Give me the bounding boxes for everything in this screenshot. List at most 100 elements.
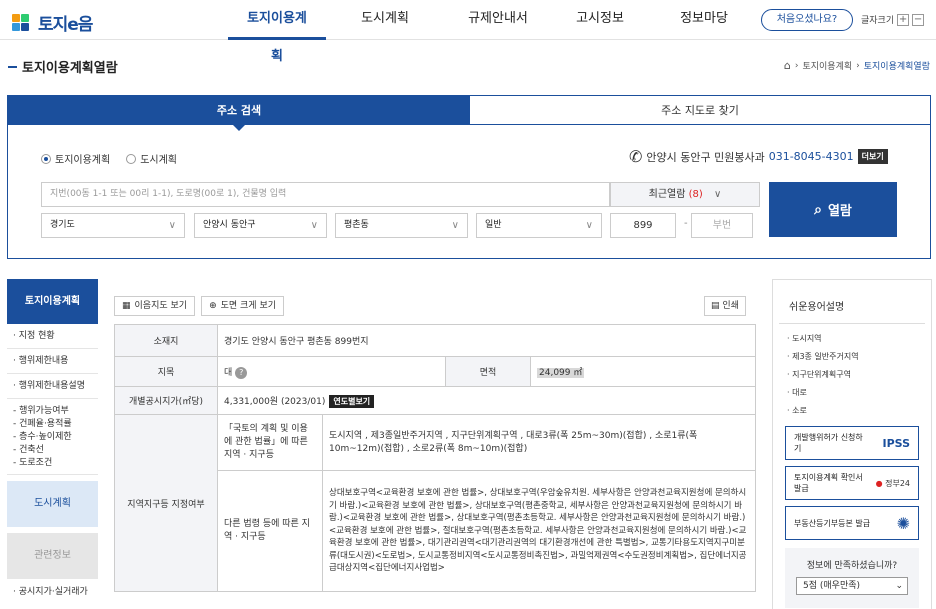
zoom-map-label: 도면 크게 보기	[220, 301, 277, 311]
certificate-issue-label: 토지이용계획 확인서 발급	[794, 473, 863, 493]
radio-city-plan[interactable]: 도시계획	[126, 151, 177, 166]
contact-office: 안양시 동안구 민원봉사과	[646, 150, 765, 164]
recent-count: (8)	[688, 189, 703, 200]
satisfaction-select[interactable]: 5점 (매우만족) ⌄	[796, 577, 908, 595]
nav-related-block[interactable]: 관련정보	[7, 533, 98, 579]
recent-label: 최근열람	[648, 189, 686, 200]
price-value: 4,331,000원 (2023/01)	[224, 397, 326, 407]
tab-active-arrow	[233, 125, 245, 131]
map-icon: ▦	[122, 301, 131, 311]
search-icon: ⌕	[814, 201, 822, 218]
nav-sub-item[interactable]: - 행위가능여부	[13, 405, 98, 418]
chevron-down-icon: ∨	[714, 189, 722, 200]
table-row: 지역지구등 지정여부 「국토의 계획 및 이용에 관한 법률」에 따른 지역 ·…	[114, 414, 756, 592]
area-value: 24,099 ㎡	[537, 368, 585, 378]
nav-notice[interactable]: 고시정보	[552, 0, 648, 40]
table-row: 개별공시지가(㎡당) 4,331,000원 (2023/01) 연도별보기	[114, 386, 756, 415]
nav-item-status[interactable]: · 지정 현황	[7, 324, 98, 349]
number-separator: -	[684, 218, 688, 229]
tab-map-search[interactable]: 주소 지도로 찾기	[470, 96, 930, 125]
satisfaction-question: 정보에 만족하셨습니까?	[806, 561, 898, 571]
nav-item-restriction[interactable]: · 행위제한내용	[7, 349, 98, 374]
gov24-icon: ●	[875, 478, 883, 488]
nav-info[interactable]: 정보마당	[648, 0, 760, 40]
help-icon[interactable]: ?	[235, 366, 248, 379]
registry-issue-label: 부동산등기부등본 발급	[794, 518, 871, 528]
chevron-right-icon: ›	[856, 60, 860, 71]
main-number-input[interactable]: 899	[610, 213, 676, 238]
main-nav: 토지이용계획 도시계획 규제안내서 고시정보 정보마당	[228, 0, 760, 64]
sub-number-input[interactable]: 부번	[691, 213, 753, 238]
price-label: 개별공시지가(㎡당)	[114, 386, 218, 415]
court-seal-icon: ✺	[896, 513, 910, 533]
glossary-item[interactable]: · 소로	[787, 402, 931, 420]
left-nav-title[interactable]: 토지이용계획	[7, 279, 98, 324]
zoom-icon: ⊕	[209, 301, 217, 311]
glossary-item[interactable]: · 제3종 일반주거지역	[787, 348, 931, 366]
nav-sub-item[interactable]: - 건축선	[13, 444, 98, 457]
nav-regulation[interactable]: 규제안내서	[444, 0, 552, 40]
font-size-label: 글자크기	[861, 16, 895, 26]
chevron-down-icon: ∨	[451, 220, 459, 231]
jimok-cell: 대?	[217, 356, 446, 387]
map-view-button[interactable]: ▦ 이음지도 보기	[114, 296, 196, 316]
chevron-down-icon: ⌄	[895, 581, 903, 591]
zoom-map-button[interactable]: ⊕ 도면 크게 보기	[201, 296, 285, 316]
map-view-label: 이음지도 보기	[134, 301, 188, 311]
zone-label: 지역지구등 지정여부	[114, 414, 218, 592]
law1-label: 「국토의 계획 및 이용에 관한 법률」에 따른 지역 · 지구등	[217, 414, 323, 471]
right-panel: 쉬운용어설명 · 도시지역 · 제3종 일반주거지역 · 지구단위계획구역 · …	[772, 279, 932, 609]
chevron-right-icon: ›	[794, 60, 799, 71]
contact-info: ✆ 안양시 동안구 민원봉사과 031-8045-4301 더보기	[629, 147, 888, 166]
logo[interactable]: 토지e음	[12, 10, 93, 35]
glossary-item[interactable]: · 도시지역	[787, 330, 931, 348]
first-visit-button[interactable]: 처음오셨나요?	[761, 9, 853, 31]
sido-select[interactable]: 경기도 ∨	[41, 213, 185, 238]
address-input[interactable]: 지번(00동 1-1 또는 00리 1-1), 도로명(00로 1), 건물명 …	[41, 182, 610, 207]
area-label: 면적	[445, 356, 531, 387]
gov24-logo: ● 정부24	[875, 478, 910, 488]
chevron-down-icon: ∨	[310, 220, 318, 231]
glossary-item[interactable]: · 대로	[787, 384, 931, 402]
chevron-down-icon: ∨	[585, 220, 593, 231]
more-button[interactable]: 더보기	[857, 149, 888, 164]
nav-city-plan[interactable]: 도시계획	[326, 0, 444, 40]
nav-item-price[interactable]: · 공시지가·실거래가	[7, 584, 98, 597]
law2-label: 다른 법령 등에 따른 지역 · 지구등	[217, 470, 323, 592]
font-decrease-button[interactable]: −	[912, 13, 925, 26]
breadcrumb-item[interactable]: 토지이용계획	[802, 59, 852, 72]
type-select[interactable]: 일반 ∨	[476, 213, 602, 238]
print-button[interactable]: ▤ 인쇄	[704, 296, 746, 316]
permit-apply-button[interactable]: 개발행위허가 신청하기 IPSS	[785, 426, 919, 460]
home-icon[interactable]: ⌂	[784, 59, 791, 72]
recent-view-dropdown[interactable]: 최근열람 (8) ∨	[610, 182, 760, 207]
nav-city-plan-block[interactable]: 도시계획	[7, 481, 98, 527]
satisfaction-value: 5점 (매우만족)	[803, 581, 861, 591]
nav-sub-list: - 행위가능여부 - 건폐율·용적률 - 층수·높이제한 - 건축선 - 도로조…	[7, 399, 98, 475]
logo-icon	[12, 13, 32, 32]
nav-sub-item[interactable]: - 층수·높이제한	[13, 431, 98, 444]
left-nav: 토지이용계획 · 지정 현황 · 행위제한내용 · 행위제한내용설명 - 행위가…	[7, 279, 98, 609]
certificate-issue-button[interactable]: 토지이용계획 확인서 발급 ● 정부24	[785, 466, 919, 500]
toolbar: ▦ 이음지도 보기 ⊕ 도면 크게 보기	[114, 296, 756, 316]
view-button[interactable]: ⌕ 열람	[769, 182, 897, 237]
nav-sub-item[interactable]: - 도로조건	[13, 457, 98, 470]
radio-unchecked-icon	[126, 153, 137, 164]
breadcrumb-current: 토지이용계획열람	[863, 62, 930, 72]
radio-land-use[interactable]: 토지이용계획	[41, 151, 110, 166]
yearly-view-button[interactable]: 연도별보기	[329, 395, 375, 408]
glossary-item[interactable]: · 지구단위계획구역	[787, 366, 931, 384]
nav-item-restriction-desc[interactable]: · 행위제한내용설명	[7, 374, 98, 399]
glossary-title: 쉬운용어설명	[779, 280, 925, 324]
sigungu-select[interactable]: 안양시 동안구 ∨	[194, 213, 327, 238]
header: 토지e음 토지이용계획 도시계획 규제안내서 고시정보 정보마당 처음오셨나요?…	[0, 0, 936, 64]
permit-apply-label: 개발행위허가 신청하기	[794, 433, 863, 453]
nav-land-use[interactable]: 토지이용계획	[228, 0, 326, 64]
registry-issue-button[interactable]: 부동산등기부등본 발급 ✺	[785, 506, 919, 540]
price-cell: 4,331,000원 (2023/01) 연도별보기	[217, 386, 756, 415]
land-info-table: 소재지 경기도 안양시 동안구 평촌동 899번지 지목 대? 면적 24,09…	[114, 324, 756, 592]
tab-address-search[interactable]: 주소 검색	[8, 96, 470, 125]
font-increase-button[interactable]: +	[897, 13, 910, 26]
dong-select[interactable]: 평촌동 ∨	[335, 213, 468, 238]
nav-sub-item[interactable]: - 건폐율·용적률	[13, 418, 98, 431]
